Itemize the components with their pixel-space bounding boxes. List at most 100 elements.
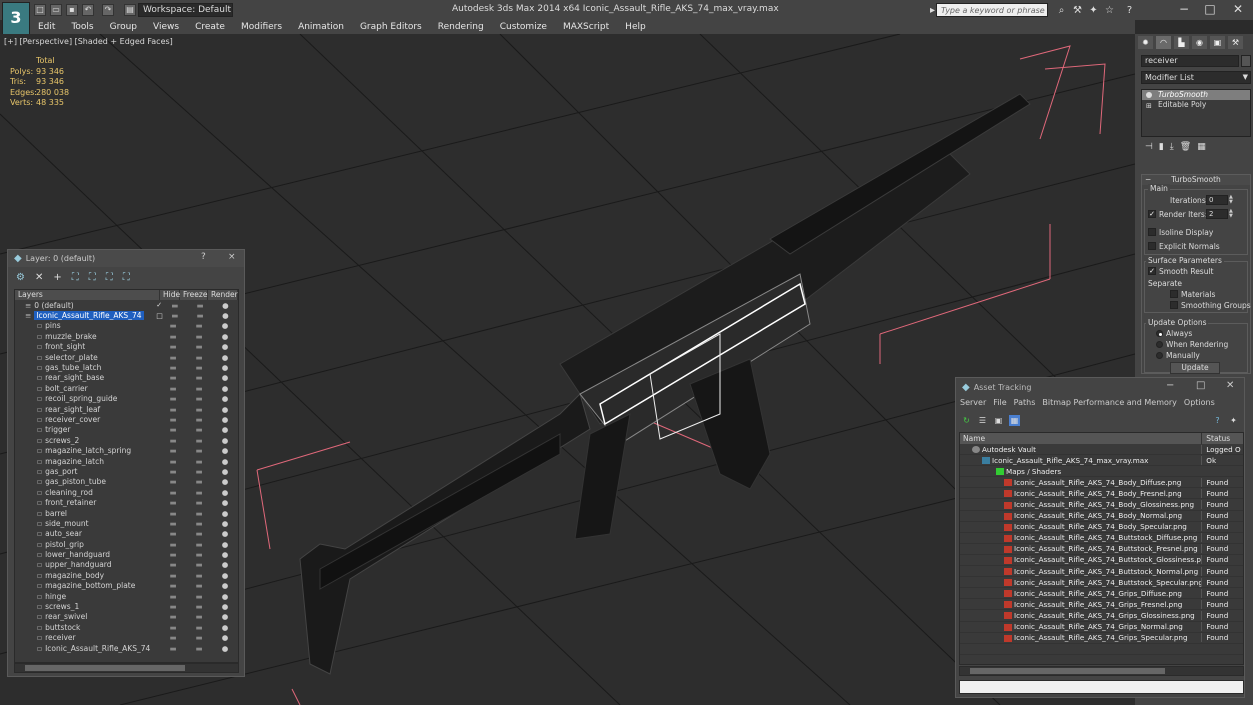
hide-eye-icon[interactable]: ▬ <box>160 394 186 403</box>
menu-customize[interactable]: Customize <box>492 22 555 32</box>
freeze-icon[interactable]: ▬ <box>186 342 212 351</box>
teapot-icon[interactable]: ● <box>212 384 238 393</box>
freeze-icon[interactable]: ▬ <box>186 602 212 611</box>
stack-item-editable-poly[interactable]: ⊞ Editable Poly <box>1142 100 1250 110</box>
object-row[interactable]: ▫ gas_tube_latch ▬ ▬ ● <box>15 362 238 372</box>
teapot-icon[interactable]: ● <box>212 498 238 507</box>
teapot-icon[interactable]: ● <box>212 540 238 549</box>
freeze-icon[interactable]: ▬ <box>186 571 212 580</box>
menu-maxscript[interactable]: MAXScript <box>555 22 617 32</box>
modifier-list-dropdown[interactable]: Modifier List ▼ <box>1141 71 1251 84</box>
object-row[interactable]: ▫ upper_handguard ▬ ▬ ● <box>15 560 238 570</box>
object-row[interactable]: ▫ receiver_cover ▬ ▬ ● <box>15 414 238 424</box>
freeze-icon[interactable]: ▬ <box>186 384 212 393</box>
freeze-icon[interactable]: ▬ <box>186 467 212 476</box>
workspace-dropdown[interactable]: Workspace: Default <box>138 3 233 17</box>
show-end-result-icon[interactable]: ▮ <box>1159 142 1164 156</box>
teapot-icon[interactable]: ● <box>212 602 238 611</box>
object-row[interactable]: ▫ side_mount ▬ ▬ ● <box>15 518 238 528</box>
col-render[interactable]: Render <box>208 290 238 300</box>
teapot-icon[interactable]: ● <box>212 405 238 414</box>
app-logo-icon[interactable]: 3 <box>2 2 30 36</box>
object-row[interactable]: ▫ pistol_grip ▬ ▬ ● <box>15 539 238 549</box>
asset-menu-paths[interactable]: Paths <box>1014 398 1036 407</box>
teapot-icon[interactable]: ● <box>213 301 238 310</box>
freeze-icon[interactable]: ▬ <box>186 321 212 330</box>
teapot-icon[interactable]: ● <box>212 519 238 528</box>
object-row[interactable]: ▫ magazine_bottom_plate ▬ ▬ ● <box>15 581 238 591</box>
hide-eye-icon[interactable]: ▬ <box>160 373 186 382</box>
hide-eye-icon[interactable]: ▬ <box>160 332 186 341</box>
viewport-label[interactable]: [+] [Perspective] [Shaded + Edged Faces] <box>4 37 173 46</box>
object-row[interactable]: ▫ buttstock ▬ ▬ ● <box>15 622 238 632</box>
menu-graph-editors[interactable]: Graph Editors <box>352 22 430 32</box>
teapot-icon[interactable]: ● <box>212 477 238 486</box>
freeze-icon[interactable]: ▬ <box>186 405 212 414</box>
freeze-icon[interactable]: ▬ <box>186 612 212 621</box>
freeze-icon[interactable]: ▬ <box>186 363 212 372</box>
hide-eye-icon[interactable]: ▬ <box>160 488 186 497</box>
minimize-icon[interactable]: − <box>1166 380 1174 391</box>
vault-help-icon[interactable]: ? <box>1212 415 1223 426</box>
stack-item-turbosmooth[interactable]: TurboSmooth <box>1142 90 1250 100</box>
asset-row[interactable]: Iconic_Assault_Rifle_AKS_74_max_vray.max… <box>960 455 1243 467</box>
hide-eye-icon[interactable]: ▬ <box>160 436 186 445</box>
freeze-icon[interactable]: ▬ <box>186 581 212 590</box>
freeze-icon[interactable]: ▬ <box>186 425 212 434</box>
hide-eye-icon[interactable]: ▬ <box>160 581 186 590</box>
help-icon[interactable]: ? <box>1123 4 1136 17</box>
asset-menu-options[interactable]: Options <box>1184 398 1215 407</box>
options-icon[interactable]: ✦ <box>1228 415 1239 426</box>
explicit-normals-checkbox[interactable] <box>1148 242 1156 250</box>
object-row[interactable]: ▫ Iconic_Assault_Rifle_AKS_74 ▬ ▬ ● <box>15 643 238 653</box>
freeze-icon[interactable]: ▬ <box>186 394 212 403</box>
hierarchy-tab-icon[interactable]: ▙ <box>1174 36 1189 49</box>
asset-row[interactable]: Maps / Shaders <box>960 466 1243 478</box>
layer-horizontal-scrollbar[interactable] <box>14 663 239 673</box>
hide-all-icon[interactable]: ⛶ <box>106 272 113 283</box>
hide-eye-icon[interactable]: ▬ <box>160 550 186 559</box>
when-rendering-radio[interactable] <box>1156 341 1163 348</box>
teapot-icon[interactable]: ● <box>213 311 238 320</box>
object-row[interactable]: ▫ receiver ▬ ▬ ● <box>15 633 238 643</box>
freeze-icon[interactable]: ▬ <box>186 592 212 601</box>
object-row[interactable]: ▫ barrel ▬ ▬ ● <box>15 508 238 518</box>
freeze-icon[interactable]: ▬ <box>186 415 212 424</box>
teapot-icon[interactable]: ● <box>212 592 238 601</box>
teapot-icon[interactable]: ● <box>212 467 238 476</box>
menu-group[interactable]: Group <box>102 22 145 32</box>
hide-eye-icon[interactable]: ▬ <box>160 623 186 632</box>
asset-table[interactable]: Name Status Autodesk Vault Logged O Iconic… <box>959 432 1244 665</box>
freeze-icon[interactable]: ▬ <box>186 498 212 507</box>
hide-eye-icon[interactable]: ▬ <box>160 540 186 549</box>
object-row[interactable]: ▫ front_sight ▬ ▬ ● <box>15 342 238 352</box>
update-button[interactable]: Update <box>1170 362 1220 374</box>
teapot-icon[interactable]: ● <box>212 363 238 372</box>
hide-eye-icon[interactable]: ▬ <box>160 602 186 611</box>
table-view-icon[interactable]: ▦ <box>1009 415 1020 426</box>
object-row[interactable]: ▫ magazine_latch_spring ▬ ▬ ● <box>15 445 238 455</box>
menu-help[interactable]: Help <box>617 22 654 32</box>
close-icon[interactable]: ✕ <box>1226 380 1234 391</box>
object-row[interactable]: ▫ rear_sight_leaf ▬ ▬ ● <box>15 404 238 414</box>
remove-modifier-icon[interactable]: 🗑 <box>1180 142 1191 156</box>
menu-create[interactable]: Create <box>187 22 233 32</box>
hide-eye-icon[interactable]: ▬ <box>160 415 186 424</box>
hide-eye-icon[interactable]: ▬ <box>160 467 186 476</box>
freeze-icon[interactable]: ▬ <box>186 477 212 486</box>
teapot-icon[interactable]: ● <box>212 446 238 455</box>
teapot-icon[interactable]: ● <box>212 623 238 632</box>
maximize-icon[interactable]: □ <box>1196 1 1224 19</box>
object-row[interactable]: ▫ front_retainer ▬ ▬ ● <box>15 497 238 507</box>
hide-eye-icon[interactable]: ▬ <box>160 405 186 414</box>
help-icon[interactable]: ? <box>201 252 206 262</box>
pin-stack-icon[interactable]: ⊣ <box>1145 142 1153 156</box>
layer-manager-window[interactable]: ◆ Layer: 0 (default) ? × ⚙ ✕ + ⛶ ⛶ ⛶ ⛶ L… <box>7 249 245 677</box>
scrollbar-thumb[interactable] <box>970 668 1165 674</box>
hide-eye-icon[interactable]: ▬ <box>160 425 186 434</box>
rifle-model[interactable] <box>299 93 1031 675</box>
asset-row[interactable]: Iconic_Assault_Rifle_AKS_74_Buttstock_No… <box>960 566 1243 578</box>
object-row[interactable]: ▫ auto_sear ▬ ▬ ● <box>15 529 238 539</box>
teapot-icon[interactable]: ● <box>212 436 238 445</box>
object-row[interactable]: ▫ magazine_latch ▬ ▬ ● <box>15 456 238 466</box>
